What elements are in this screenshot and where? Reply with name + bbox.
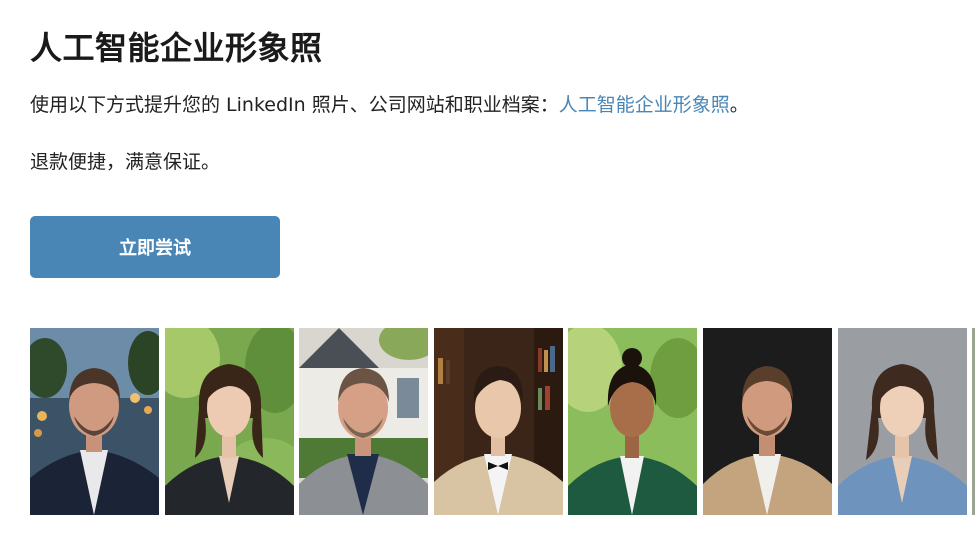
intro-paragraph: 使用以下方式提升您的 LinkedIn 照片、公司网站和职业档案：人工智能企业形… [30, 90, 749, 120]
headshot-photo-5 [568, 328, 697, 515]
refund-note: 退款便捷，满意保证。 [30, 151, 221, 173]
headshot-photo-1 [30, 328, 159, 515]
headshot-photo-7 [838, 328, 967, 515]
page: 人工智能企业形象照 使用以下方式提升您的 LinkedIn 照片、公司网站和职业… [0, 0, 975, 542]
page-title: 人工智能企业形象照 [30, 29, 323, 67]
headshot-photo-2 [165, 328, 294, 515]
intro-period: 。 [729, 94, 749, 116]
intro-text: 使用以下方式提升您的 LinkedIn 照片、公司网站和职业档案： [30, 94, 559, 116]
try-now-button[interactable]: 立即尝试 [30, 216, 280, 278]
headshot-gallery [30, 328, 975, 515]
headshot-photo-6 [703, 328, 832, 515]
headshot-photo-3 [299, 328, 428, 515]
headshots-link[interactable]: 人工智能企业形象照 [559, 94, 730, 116]
headshot-photo-4 [434, 328, 563, 515]
